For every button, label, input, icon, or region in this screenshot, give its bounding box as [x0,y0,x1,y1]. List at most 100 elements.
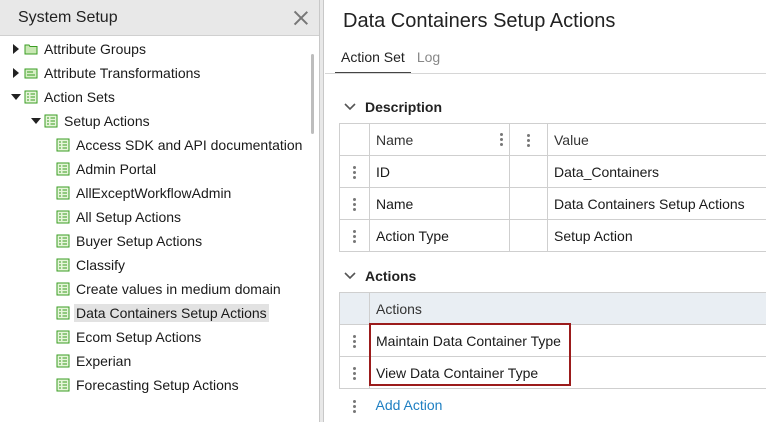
tree-scrollbar[interactable] [311,54,314,134]
row-handle[interactable] [339,356,370,389]
table-row[interactable]: Action Type Setup Action [339,219,766,252]
tree-toggle[interactable] [10,44,22,54]
action-name[interactable]: View Data Container Type [369,356,766,389]
tabs-divider [325,73,766,74]
system-setup-header: System Setup [0,0,319,36]
drag-handle-icon[interactable] [353,367,356,381]
row-handle[interactable] [339,155,370,188]
collapse-triangle-icon[interactable] [31,118,41,124]
tree-item[interactable]: Attribute Groups [0,37,310,61]
expand-triangle-icon[interactable] [13,68,19,78]
row-handle[interactable] [339,219,370,252]
description-header-row: Name Value [339,123,766,156]
tree-item[interactable]: Create values in medium domain [0,277,310,301]
tree-toggle[interactable] [10,94,22,100]
actions-section-toggle[interactable]: Actions [343,268,416,284]
chevron-down-icon [344,103,356,111]
actions-column-header[interactable]: Actions [369,292,766,325]
tree-toggle[interactable] [30,118,42,124]
column-menu-icon[interactable] [500,133,503,146]
grip-header-cell [339,123,370,156]
description-section-toggle[interactable]: Description [343,99,442,115]
action-set-icon [56,258,70,272]
tree-item-label: AllExceptWorkflowAdmin [76,185,232,201]
tree-item[interactable]: Admin Portal [0,157,310,181]
tree-item-label: Experian [76,353,132,369]
tree-item[interactable]: Ecom Setup Actions [0,325,310,349]
tab-log[interactable]: Log [411,46,446,74]
drag-handle-icon[interactable] [353,230,356,244]
action-set-icon [44,114,58,128]
panel-splitter[interactable] [320,0,324,422]
row-handle[interactable] [339,324,370,357]
row-name: Name [369,187,510,220]
tree-item[interactable]: Attribute Transformations [0,61,310,85]
row-value[interactable]: Setup Action [547,219,766,252]
action-set-icon [56,234,70,248]
tree-item-label: Attribute Groups [44,41,146,57]
tree-item-label: Admin Portal [76,161,157,177]
system-setup-panel: System Setup Attribute Groups Attribute T… [0,0,320,422]
value-column-grip[interactable] [509,123,548,156]
table-row[interactable]: ID Data_Containers [339,155,766,188]
tree-item[interactable]: Forecasting Setup Actions [0,373,310,397]
tree-item-label: Setup Actions [64,113,150,129]
action-set-icon [24,90,38,104]
folder-icon [24,44,38,55]
action-set-icon [56,138,70,152]
tree-item-label: Create values in medium domain [76,281,281,297]
tree-item[interactable]: All Setup Actions [0,205,310,229]
actions-table: Actions Maintain Data Container Type Vie… [339,292,766,421]
row-value[interactable]: Data Containers Setup Actions [547,187,766,220]
tree-item[interactable]: AllExceptWorkflowAdmin [0,181,310,205]
grip-header-cell [339,292,370,325]
tab-bar: Action Set Log [335,46,446,74]
drag-handle-icon[interactable] [353,399,356,413]
page-title: Data Containers Setup Actions [343,10,616,32]
tree-item[interactable]: Data Containers Setup Actions [0,301,310,325]
row-spacer [509,219,548,252]
row-handle[interactable] [339,187,370,220]
action-set-icon [56,306,70,320]
close-icon[interactable] [293,10,309,26]
add-action-link[interactable]: Add Action [376,397,443,413]
drag-handle-icon[interactable] [353,198,356,212]
tree-toggle[interactable] [10,68,22,78]
action-set-icon [56,186,70,200]
description-heading: Description [365,99,443,115]
table-row[interactable]: Name Data Containers Setup Actions [339,187,766,220]
name-column-header[interactable]: Name [369,123,510,156]
tree-item[interactable]: Experian [0,349,310,373]
tree-item[interactable]: Action Sets [0,85,310,109]
action-set-icon [56,378,70,392]
name-column-label: Name [376,131,414,148]
tree-item[interactable]: Access SDK and API documentation [0,133,310,157]
tree-item[interactable]: Setup Actions [0,109,310,133]
tree-item[interactable]: Buyer Setup Actions [0,229,310,253]
table-row[interactable]: Maintain Data Container Type [339,324,766,357]
row-spacer [509,187,548,220]
action-set-icon [56,330,70,344]
action-set-icon [56,354,70,368]
tree-item-label: Ecom Setup Actions [76,329,202,345]
tree-item-label: Buyer Setup Actions [76,233,203,249]
column-menu-icon[interactable] [527,134,530,148]
row-value[interactable]: Data_Containers [547,155,766,188]
tab-action-set[interactable]: Action Set [335,46,411,74]
description-table: Name Value ID Data_Containers Name Data … [339,123,766,252]
tree-item-label: Data Containers Setup Actions [74,304,269,322]
row-handle[interactable] [340,389,370,421]
drag-handle-icon[interactable] [353,166,356,180]
expand-triangle-icon[interactable] [13,44,19,54]
detail-panel: Data Containers Setup Actions Action Set… [325,0,766,422]
value-column-header[interactable]: Value [547,123,766,156]
transform-icon [24,68,38,79]
tree-item-label: Forecasting Setup Actions [76,377,239,393]
tree-item[interactable]: Classify [0,253,310,277]
collapse-triangle-icon[interactable] [11,94,21,100]
tree-item-label: Access SDK and API documentation [76,137,303,153]
action-name[interactable]: Maintain Data Container Type [369,324,766,357]
table-row[interactable]: View Data Container Type [339,356,766,389]
drag-handle-icon[interactable] [353,335,356,349]
row-name: ID [369,155,510,188]
